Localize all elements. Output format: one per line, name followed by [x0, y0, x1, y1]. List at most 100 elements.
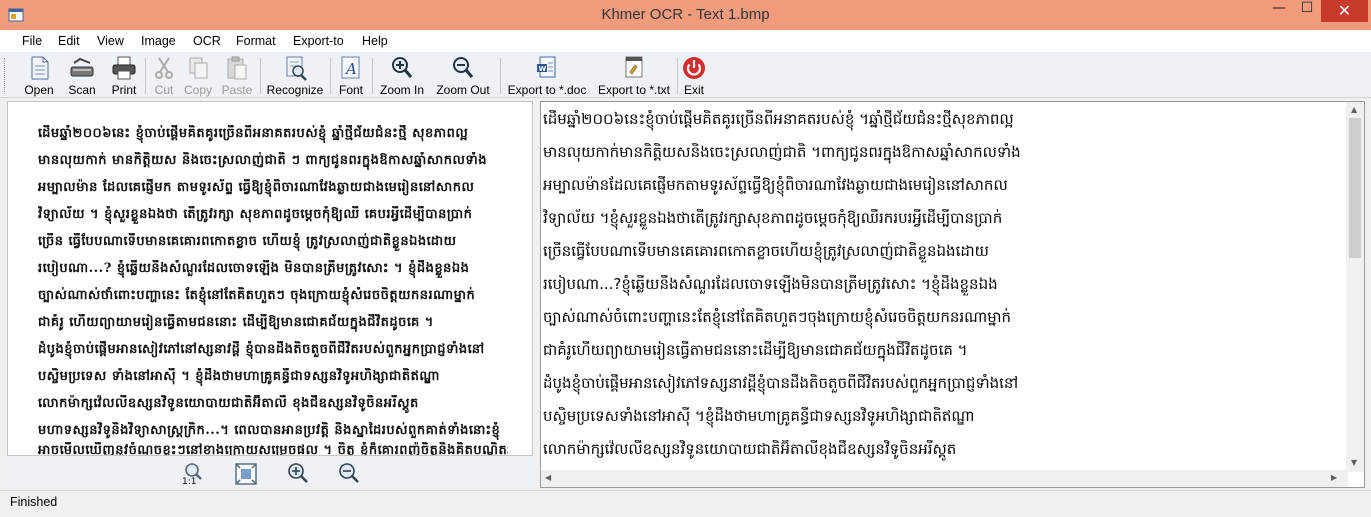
menu-format[interactable]: Format [236, 34, 276, 48]
horizontal-scrollbar[interactable]: ◀ ▶ [541, 470, 1348, 487]
scanned-text-line: មានលុយកាក់ មានកិត្តិយស និងចេះស្រលាញ់ជាតិ… [38, 153, 487, 168]
menu-image[interactable]: Image [141, 34, 176, 48]
image-zoom-in-button[interactable] [285, 461, 311, 487]
actual-size-button[interactable]: 1:1 [180, 461, 206, 487]
font-icon: A [341, 56, 360, 79]
status-text: Finished [10, 495, 58, 509]
recognize-icon [286, 56, 307, 81]
menu-ocr[interactable]: OCR [193, 34, 221, 48]
vertical-scroll-thumb[interactable] [1349, 118, 1361, 258]
scanned-text-line: វិទ្យាល័យ ។ ខ្ញុំសួរខ្លួនឯងថា តើត្រូវរក្… [38, 207, 473, 222]
copy-label: Copy [183, 83, 212, 97]
open-label: Open [24, 83, 54, 97]
recognize-button[interactable]: Recognize [266, 55, 324, 97]
image-zoom-out-button[interactable] [336, 461, 362, 487]
export-doc-label: Export to *.doc [507, 83, 587, 97]
zoom-out-icon [453, 57, 474, 78]
menu-bar: File Edit View Image OCR Format Export-t… [0, 30, 1371, 52]
ocr-text-line[interactable]: ដើមឆ្នាំ២០០៦នេះខ្ញុំចាប់ផ្តើមគិតគូរច្រើន… [543, 110, 1343, 134]
paste-button[interactable]: Paste [220, 55, 254, 97]
zoom-in-icon [288, 463, 308, 483]
scanned-text-line: បស្ចិមប្រទេស ទាំងនៅអាស៊ី ។ ខ្ញុំដឹងថាមហា… [38, 369, 440, 384]
scroll-right-arrow-icon[interactable]: ▶ [1331, 473, 1337, 482]
actual-size-label: 1:1 [182, 477, 197, 487]
scissors-icon [155, 57, 173, 79]
svg-text:A: A [344, 60, 357, 78]
scanned-text-line: មហាទស្សនវិទូនិងវិទ្យាសាស្ត្រក្រិក...។ ពេ… [38, 423, 501, 438]
scanned-text-line: ដំបូងខ្ញុំចាប់ផ្ដើមអានសៀវភៅនៅស្សនាវដ្ដី … [38, 342, 485, 357]
toolbar-separator [260, 58, 261, 94]
exit-button[interactable]: Exit [680, 55, 708, 97]
title-bar: Khmer OCR - Text 1.bmp — ☐ ✕ [0, 0, 1371, 30]
zoom-out-icon [339, 463, 359, 483]
scroll-up-arrow-icon[interactable]: ▲ [1351, 105, 1357, 114]
maximize-button[interactable]: ☐ [1293, 0, 1321, 22]
scan-button[interactable]: Scan [64, 55, 100, 97]
ocr-text-line[interactable]: របៀបណា...?ខ្ញុំឆ្លើយនឹងសំណួរដែលចោទឡើងមិន… [543, 275, 1343, 299]
menu-export-to[interactable]: Export-to [293, 34, 344, 48]
font-label: Font [338, 83, 363, 97]
scanner-icon [70, 57, 94, 77]
scroll-down-arrow-icon[interactable]: ▼ [1351, 458, 1357, 467]
menu-file[interactable]: File [22, 34, 42, 48]
export-doc-button[interactable]: W Export to *.doc [506, 55, 588, 97]
scan-label: Scan [68, 83, 96, 97]
scroll-left-arrow-icon[interactable]: ◀ [545, 473, 551, 482]
fit-window-icon [235, 463, 257, 485]
scanned-text-line: របៀបណា...? ខ្ញុំឆ្លើយនឹងសំណួរដែលចោទឡើង ម… [38, 261, 470, 276]
recognize-label: Recognize [266, 83, 324, 97]
print-button[interactable]: Print [106, 55, 142, 97]
zoom-out-button[interactable]: Zoom Out [434, 55, 492, 97]
toolbar-separator [145, 58, 146, 94]
ocr-text-editor[interactable]: ដើមឆ្នាំ២០០៦នេះខ្ញុំចាប់ផ្តើមគិតគូរច្រើន… [540, 101, 1365, 488]
toolbar-separator [500, 58, 501, 94]
toolbar-separator [330, 58, 331, 94]
copy-button[interactable]: Copy [182, 55, 214, 97]
window-title: Khmer OCR - Text 1.bmp [601, 6, 770, 23]
scanned-text-line: លោកម៉ាក្សវ៉េលលីឧស្សនវិទូនយោបាយជាតិអ៊ីតាល… [38, 396, 419, 411]
menu-edit[interactable]: Edit [58, 34, 80, 48]
ocr-text-line[interactable]: អម្បាលម៉ានដែលគេផ្ញើមកតាមទូរស័ព្ទធ្វើឱ្យខ… [543, 176, 1343, 200]
svg-text:W: W [539, 65, 547, 73]
zoom-in-icon [392, 57, 413, 78]
zoom-in-button[interactable]: Zoom In [378, 55, 426, 97]
ocr-text-line[interactable]: បស្ចិមប្រទេសទាំងនៅអាស៊ី ។ខ្ញុំដឹងថាមហាគ្… [543, 407, 1343, 431]
ocr-text-line[interactable]: ជាគំរូហើយព្យាយាមរៀនធ្វើតាមជននោះដើម្បីឱ្យ… [543, 341, 1343, 365]
scanned-text-line: ច្បាស់ណាស់ថាំពោះបញ្ហានេះ តែខ្ញុំនៅតែគិតហ… [38, 288, 476, 303]
print-label: Print [111, 83, 137, 97]
font-button[interactable]: A Font [336, 55, 366, 97]
menu-help[interactable]: Help [362, 34, 388, 48]
fit-to-window-button[interactable] [233, 461, 259, 487]
ocr-text-line[interactable]: ច្រើនធ្វើបែបណាទើបមានគេគោរពកោតខ្លាចហើយខ្ញ… [543, 242, 1343, 266]
ocr-text-line[interactable]: វិទ្យាល័យ ។ខ្ញុំសួរខ្លួនឯងថាតើត្រូវរក្សា… [543, 209, 1343, 233]
image-zoom-bar: 1:1 [7, 457, 533, 489]
menu-view[interactable]: View [97, 34, 124, 48]
open-button[interactable]: Open [20, 55, 58, 97]
scanned-text-line: អម្បាលម៉ាន ដែលគេផ្ញើមក តាមទូរស័ព្ទ ធ្វើឱ… [38, 180, 475, 195]
printer-icon [112, 56, 136, 80]
ocr-text-line[interactable]: ដំបូងខ្ញុំចាប់ផ្តើមអានសៀវភៅទស្សនាវដ្តីខ្… [543, 374, 1343, 398]
status-bar: Finished [0, 490, 1371, 517]
scanned-image-pane[interactable]: ដើមឆ្នាំ២០០៦នេះ ខ្ញុំចាប់ផ្ដើមគិតគូរច្រើ… [7, 101, 533, 456]
export-txt-button[interactable]: Export to *.txt [596, 55, 672, 97]
paste-icon [227, 56, 247, 80]
power-icon [683, 57, 705, 79]
minimize-button[interactable]: — [1265, 0, 1293, 22]
text-file-icon [625, 56, 643, 78]
toolbar: Open Scan Print Cut Copy Paste Recognize… [0, 52, 1371, 98]
exit-label: Exit [683, 83, 704, 97]
toolbar-grip[interactable] [4, 58, 7, 92]
scanned-text-line: អាចមើលឃើញនូវចំណុចខ្លះៗនៅខាងក្រោយសម្រេចផល… [38, 443, 508, 456]
scanned-text-line: ដើមឆ្នាំ២០០៦នេះ ខ្ញុំចាប់ផ្ដើមគិតគូរច្រើ… [38, 126, 469, 141]
ocr-text-line[interactable]: ច្បាស់ណាស់ចំពោះបញ្ហានេះតែខ្ញុំនៅតែគិតហួត… [543, 308, 1343, 332]
vertical-scrollbar[interactable]: ▲ ▼ [1346, 102, 1364, 472]
word-document-icon: W [537, 56, 556, 78]
cut-button[interactable]: Cut [148, 55, 180, 97]
cut-label: Cut [154, 83, 174, 97]
close-button[interactable]: ✕ [1321, 0, 1368, 22]
open-document-icon [31, 56, 49, 80]
ocr-text-line[interactable]: មានលុយកាក់មានកិត្តិយសនិងចេះស្រលាញ់ជាតិ ។… [543, 143, 1343, 167]
scanned-text-line: ជាគំរូ ហើយព្យាយាមរៀនធ្វើតាមជននោះ ដើម្បីឱ… [38, 315, 434, 330]
zoom-out-label: Zoom Out [436, 83, 490, 97]
ocr-text-line[interactable]: លោកម៉ាក្សវ៉េលលីឧស្សនវិទូនយោបាយជាតិអ៊ីតាល… [543, 440, 1343, 464]
